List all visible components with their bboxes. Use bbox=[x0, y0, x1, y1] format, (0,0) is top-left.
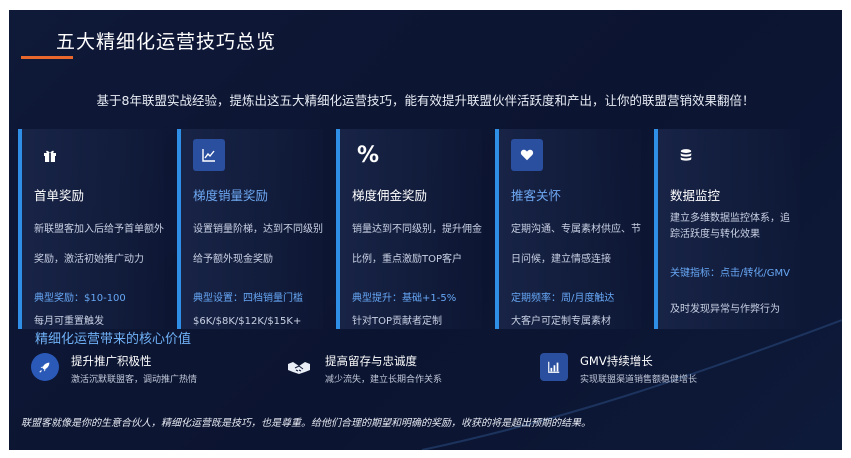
growth-chart-icon bbox=[540, 353, 568, 381]
value-label: 提升推广积极性 bbox=[71, 354, 152, 368]
card-key-info: 定期频率：周/月度触达 bbox=[511, 293, 615, 304]
percent-icon: % bbox=[352, 139, 384, 171]
chart-line-icon bbox=[193, 139, 225, 171]
card-description: 新联盟客加入后给予首单额外奖励，激活初始推广动力 bbox=[34, 224, 164, 265]
card-extra-info: 大客户可定制专属素材 bbox=[511, 316, 611, 327]
card-description: 建立多维数据监控体系，追 踪活跃度与转化效果 bbox=[670, 213, 790, 240]
card-title: 首单奖励 bbox=[34, 188, 85, 203]
card-title: 梯度佣金奖励 bbox=[352, 188, 428, 203]
card-title: 推客关怀 bbox=[511, 188, 562, 203]
page-title: 五大精细化运营技巧总览 bbox=[56, 31, 277, 53]
heart-icon bbox=[511, 139, 543, 171]
card-first-order-reward: 首单奖励 新联盟客加入后给予首单额外奖励，激活初始推广动力 典型奖励：$10-1… bbox=[18, 129, 164, 329]
rocket-icon bbox=[31, 353, 59, 381]
card-description: 设置销量阶梯，达到不同级别给予额外现金奖励 bbox=[193, 224, 323, 265]
value-section-title: 精细化运营带来的核心价值 bbox=[35, 332, 192, 347]
card-extra-info: $6K/$8K/$12K/$15K+ bbox=[193, 316, 302, 327]
slide: 五大精细化运营技巧总览 基于8年联盟实战经验，提炼出这五大精细化运营技巧，能有效… bbox=[9, 10, 842, 450]
percent-symbol: % bbox=[356, 142, 380, 168]
card-extra-info: 每月可重置触发 bbox=[34, 316, 104, 327]
page-subtitle: 基于8年联盟实战经验，提炼出这五大精细化运营技巧，能有效提升联盟伙伴活跃度和产出… bbox=[96, 93, 755, 108]
handshake-icon bbox=[285, 353, 313, 381]
card-tiered-sales-reward: 梯度销量奖励 设置销量阶梯，达到不同级别给予额外现金奖励 典型设置：四档销量门槛… bbox=[177, 129, 323, 329]
card-description: 销量达到不同级别，提升佣金比例，重点激励TOP客户 bbox=[352, 224, 482, 265]
value-description: 实现联盟渠道销售额稳健增长 bbox=[580, 375, 698, 385]
value-label: 提高留存与忠诚度 bbox=[325, 354, 417, 368]
card-extra-info: 及时发现异常与作弊行为 bbox=[670, 304, 780, 315]
card-key-info: 典型奖励：$10-100 bbox=[34, 293, 126, 304]
card-tiered-commission-reward: % 梯度佣金奖励 销量达到不同级别，提升佣金比例，重点激励TOP客户 典型提升：… bbox=[336, 129, 482, 329]
card-key-info: 典型提升：基础+1-5% bbox=[352, 293, 457, 304]
card-partner-care: 推客关怀 定期沟通、专属素材供应、节日问候，建立情感连接 定期频率：周/月度触达… bbox=[495, 129, 641, 329]
value-description: 减少流失，建立长期合作关系 bbox=[325, 375, 443, 385]
card-key-info: 关键指标：点击/转化/GMV bbox=[670, 268, 790, 279]
card-key-info: 典型设置：四档销量门槛 bbox=[193, 293, 303, 304]
closing-quote: 联盟客就像是你的生意合伙人，精细化运营既是技巧，也是尊重。给他们合理的期望和明确… bbox=[21, 418, 591, 429]
card-data-monitoring: 数据监控 建立多维数据监控体系，追 踪活跃度与转化效果 关键指标：点击/转化/G… bbox=[654, 129, 800, 329]
card-title: 数据监控 bbox=[670, 188, 721, 203]
value-label: GMV持续增长 bbox=[580, 354, 653, 368]
card-description: 定期沟通、专属素材供应、节日问候，建立情感连接 bbox=[511, 224, 641, 265]
gift-icon bbox=[34, 139, 66, 171]
value-description: 激活沉默联盟客，调动推广热情 bbox=[71, 375, 198, 385]
title-underline bbox=[21, 56, 73, 59]
card-extra-info: 针对TOP贡献者定制 bbox=[352, 316, 443, 327]
card-title: 梯度销量奖励 bbox=[193, 188, 269, 203]
database-icon bbox=[670, 139, 702, 171]
